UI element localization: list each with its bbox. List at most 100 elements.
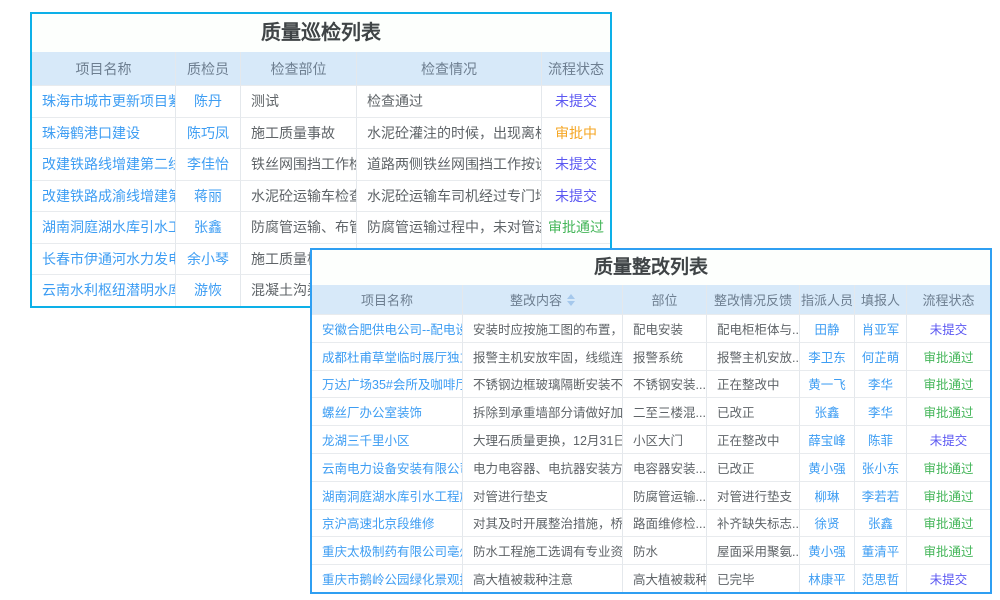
- project-name-link[interactable]: 安徽合肥供电公司--配电设备...: [312, 314, 463, 342]
- assignee-name: 薛宝峰: [800, 425, 855, 453]
- rectify-feedback: 正在整改中: [707, 370, 800, 398]
- rectify-content: 大理石质量更换，12月31日之...: [463, 425, 623, 453]
- rectify-part: 防腐管运输...: [623, 481, 707, 509]
- rectify-feedback: 已改正: [707, 453, 800, 481]
- inspection-part: 防腐管运输、布管: [241, 211, 357, 243]
- table-row: 改建铁路线增建第二线... 李佳怡 铁丝网围挡工作检查 道路两侧铁丝网围挡工作按…: [32, 148, 610, 180]
- rectify-feedback: 报警主机安放...: [707, 342, 800, 370]
- reporter-name: 李若若: [855, 481, 907, 509]
- project-name-link[interactable]: 成都杜甫草堂临时展厅独立展...: [312, 342, 463, 370]
- inspector-name: 张鑫: [176, 211, 241, 243]
- table-row: 京沪高速北京段维修 对其及时开展整治措施，桥头... 路面维修检... 补齐缺失…: [312, 509, 990, 537]
- table-row: 湖南洞庭湖水库引水工程施工I标 对管进行垫支 防腐管运输... 对管进行垫支 柳…: [312, 481, 990, 509]
- status-badge: 审批通过: [907, 342, 990, 370]
- project-name-link[interactable]: 云南电力设备安装有限公司20...: [312, 453, 463, 481]
- reporter-name: 李华: [855, 370, 907, 398]
- status-badge: 审批通过: [907, 481, 990, 509]
- status-badge: 审批通过: [907, 370, 990, 398]
- inspection-part: 铁丝网围挡工作检查: [241, 148, 357, 180]
- table-row: 重庆太极制药有限公司亳州中... 防水工程施工选调有专业资质... 防水 屋面采…: [312, 536, 990, 564]
- project-name-link[interactable]: 湖南洞庭湖水库引水工...: [32, 211, 176, 243]
- col-header-status: 流程状态: [542, 52, 610, 85]
- table-row: 龙湖三千里小区 大理石质量更换，12月31日之... 小区大门 正在整改中 薛宝…: [312, 425, 990, 453]
- rectify-content: 报警主机安放牢固，线缆连接...: [463, 342, 623, 370]
- status-badge: 未提交: [907, 314, 990, 342]
- rectify-part: 高大植被栽种: [623, 564, 707, 592]
- project-name-link[interactable]: 螺丝厂办公室装饰: [312, 397, 463, 425]
- col-header-reporter: 填报人: [855, 285, 907, 314]
- assignee-name: 黄小强: [800, 453, 855, 481]
- reporter-name: 董清平: [855, 536, 907, 564]
- col-header-project: 项目名称: [32, 52, 176, 85]
- rectify-content: 安装时应按施工图的布置，将...: [463, 314, 623, 342]
- rectify-feedback: 正在整改中: [707, 425, 800, 453]
- col-header-assignee: 指派人员: [800, 285, 855, 314]
- inspector-name: 陈丹: [176, 85, 241, 117]
- inspector-name: 蒋丽: [176, 180, 241, 212]
- inspector-name: 陈巧凤: [176, 117, 241, 149]
- inspection-situation: 检查通过: [357, 85, 542, 117]
- project-name-link[interactable]: 湖南洞庭湖水库引水工程施工I标: [312, 481, 463, 509]
- reporter-name: 陈菲: [855, 425, 907, 453]
- reporter-name: 范思哲: [855, 564, 907, 592]
- project-name-link[interactable]: 重庆太极制药有限公司亳州中...: [312, 536, 463, 564]
- project-name-link[interactable]: 改建铁路成渝线增建第...: [32, 180, 176, 212]
- inspector-name: 李佳怡: [176, 148, 241, 180]
- rectify-feedback: 已改正: [707, 397, 800, 425]
- project-name-link[interactable]: 长春市伊通河水力发电...: [32, 243, 176, 275]
- status-badge: 审批通过: [907, 453, 990, 481]
- reporter-name: 何芷萌: [855, 342, 907, 370]
- inspection-situation: 防腐管运输过程中，未对管进行...: [357, 211, 542, 243]
- status-badge: 审批通过: [542, 211, 610, 243]
- inspector-name: 游恢: [176, 274, 241, 306]
- project-name-link[interactable]: 珠海鹤港口建设: [32, 117, 176, 149]
- reporter-name: 李华: [855, 397, 907, 425]
- rectification-table-body: 安徽合肥供电公司--配电设备... 安装时应按施工图的布置，将... 配电安装 …: [312, 314, 990, 592]
- col-header-content: 整改内容: [463, 285, 623, 314]
- col-header-inspector: 质检员: [176, 52, 241, 85]
- assignee-name: 李卫东: [800, 342, 855, 370]
- assignee-name: 柳琳: [800, 481, 855, 509]
- rectification-table: 质量整改列表 项目名称 整改内容 部位 整改情况反馈 指派人员 填报人 流程状态…: [310, 248, 992, 594]
- inspection-situation: 水泥砼灌注的时候，出现离析现象: [357, 117, 542, 149]
- project-name-link[interactable]: 改建铁路线增建第二线...: [32, 148, 176, 180]
- status-badge: 审批通过: [907, 509, 990, 537]
- rectify-content: 不锈钢边框玻璃隔断安装不牢...: [463, 370, 623, 398]
- status-badge: 审批通过: [907, 397, 990, 425]
- status-badge: 未提交: [542, 148, 610, 180]
- assignee-name: 林康平: [800, 564, 855, 592]
- rectification-table-title: 质量整改列表: [312, 250, 990, 285]
- inspection-table-title: 质量巡检列表: [32, 14, 610, 52]
- rectify-feedback: 补齐缺失标志...: [707, 509, 800, 537]
- inspection-header-row: 项目名称 质检员 检查部位 检查情况 流程状态: [32, 52, 610, 85]
- rectification-header-row: 项目名称 整改内容 部位 整改情况反馈 指派人员 填报人 流程状态: [312, 285, 990, 314]
- project-name-link[interactable]: 云南水利枢纽潜明水库...: [32, 274, 176, 306]
- table-row: 湖南洞庭湖水库引水工... 张鑫 防腐管运输、布管 防腐管运输过程中，未对管进行…: [32, 211, 610, 243]
- table-row: 改建铁路成渝线增建第... 蒋丽 水泥砼运输车检查 水泥砼运输车司机经过专门培训…: [32, 180, 610, 212]
- project-name-link[interactable]: 京沪高速北京段维修: [312, 509, 463, 537]
- project-name-link[interactable]: 龙湖三千里小区: [312, 425, 463, 453]
- project-name-link[interactable]: 重庆市鹅岭公园绿化景观提升...: [312, 564, 463, 592]
- rectify-content: 对其及时开展整治措施，桥头...: [463, 509, 623, 537]
- project-name-link[interactable]: 万达广场35#会所及咖啡厅空...: [312, 370, 463, 398]
- rectify-content: 对管进行垫支: [463, 481, 623, 509]
- reporter-name: 张小东: [855, 453, 907, 481]
- col-header-situation: 检查情况: [357, 52, 542, 85]
- rectify-feedback: 已完毕: [707, 564, 800, 592]
- assignee-name: 徐贤: [800, 509, 855, 537]
- project-name-link[interactable]: 珠海市城市更新项目紫...: [32, 85, 176, 117]
- rectify-part: 配电安装: [623, 314, 707, 342]
- rectify-content: 防水工程施工选调有专业资质...: [463, 536, 623, 564]
- table-row: 万达广场35#会所及咖啡厅空... 不锈钢边框玻璃隔断安装不牢... 不锈钢安装…: [312, 370, 990, 398]
- rectify-feedback: 屋面采用聚氨...: [707, 536, 800, 564]
- rectify-part: 二至三楼混...: [623, 397, 707, 425]
- rectify-part: 防水: [623, 536, 707, 564]
- inspection-part: 水泥砼运输车检查: [241, 180, 357, 212]
- sort-icon[interactable]: [567, 294, 575, 306]
- col-header-content-label: 整改内容: [510, 290, 562, 309]
- table-row: 珠海鹤港口建设 陈巧凤 施工质量事故 水泥砼灌注的时候，出现离析现象 审批中: [32, 117, 610, 149]
- inspection-situation: 水泥砼运输车司机经过专门培训...: [357, 180, 542, 212]
- table-row: 安徽合肥供电公司--配电设备... 安装时应按施工图的布置，将... 配电安装 …: [312, 314, 990, 342]
- rectify-content: 高大植被栽种注意: [463, 564, 623, 592]
- inspector-name: 余小琴: [176, 243, 241, 275]
